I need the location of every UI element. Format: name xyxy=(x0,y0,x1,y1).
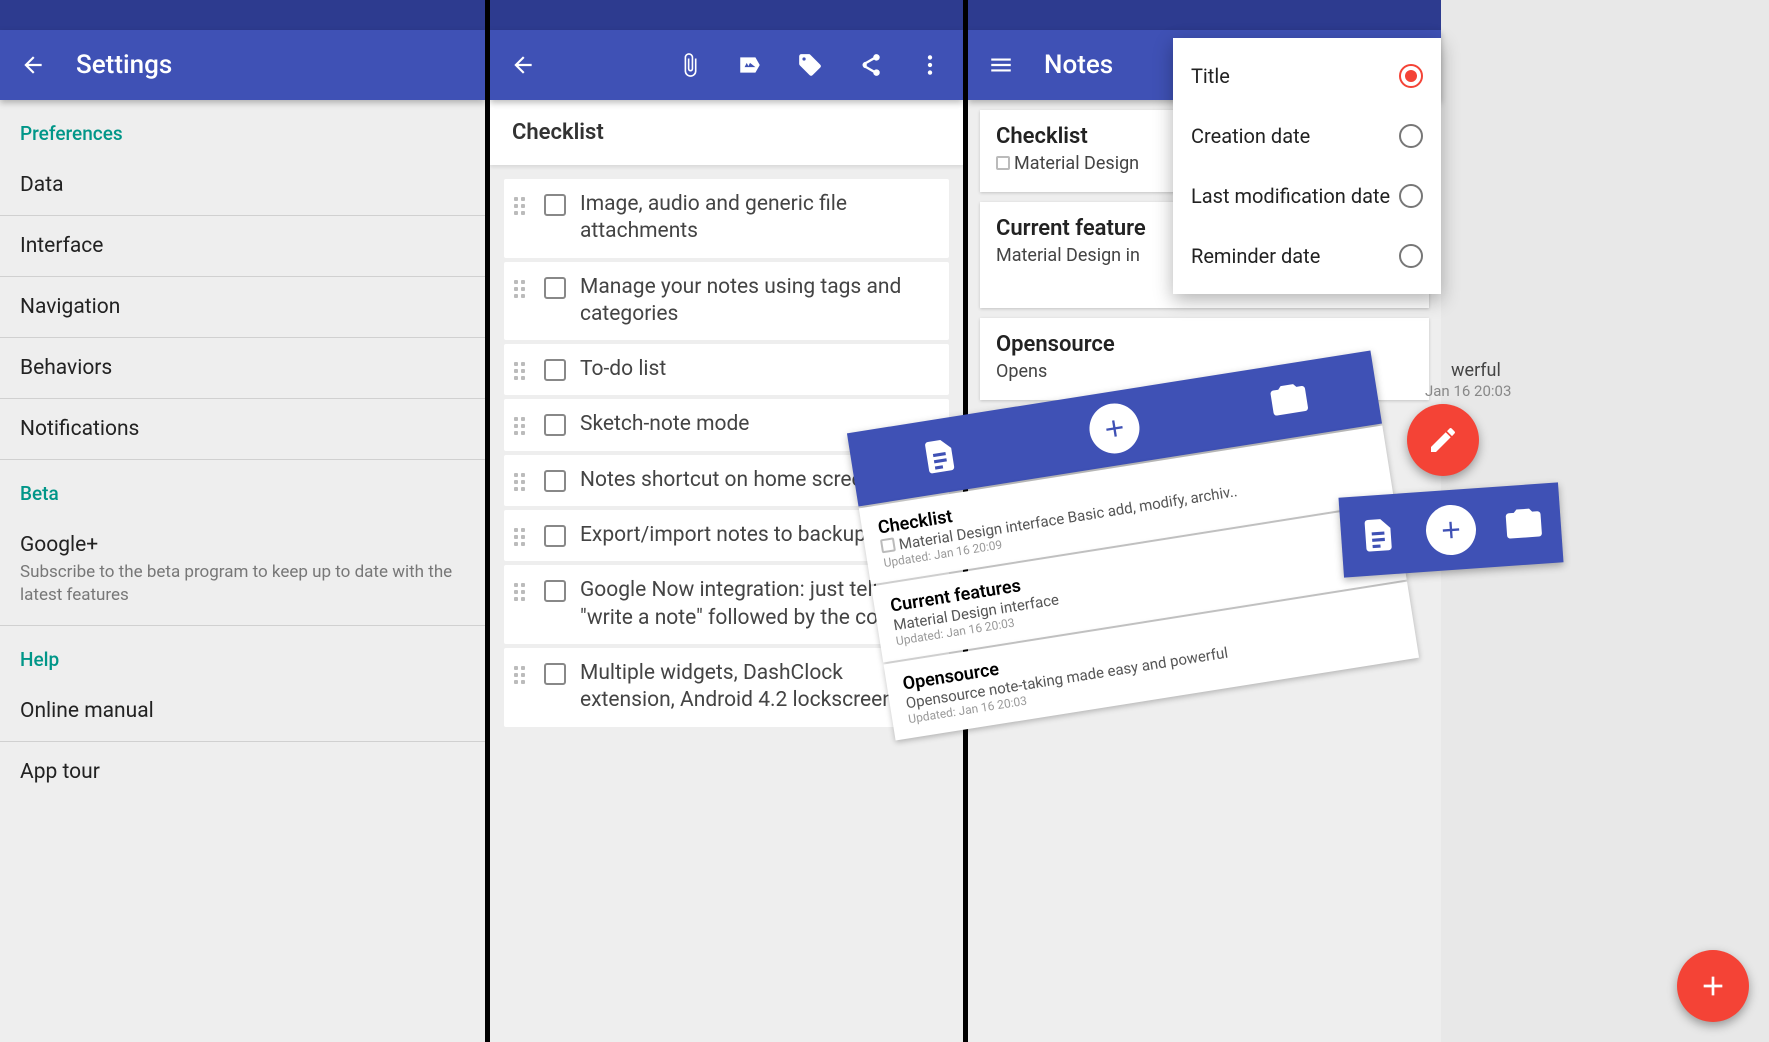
checklist-item-text[interactable]: Image, audio and generic file attachment… xyxy=(580,191,939,246)
page-title: Settings xyxy=(76,50,172,80)
setting-item-behaviors[interactable]: Behaviors xyxy=(0,338,485,399)
back-icon[interactable] xyxy=(20,52,46,78)
note-icon[interactable] xyxy=(1351,508,1404,561)
setting-item-online-manual[interactable]: Online manual xyxy=(0,681,485,742)
category-icon[interactable] xyxy=(737,52,763,78)
setting-description: Subscribe to the beta program to keep up… xyxy=(20,561,465,607)
checklist-item-text[interactable]: Export/import notes to backup xyxy=(580,522,874,549)
camera-icon[interactable] xyxy=(1497,498,1550,551)
setting-label: App tour xyxy=(20,760,465,784)
drag-handle-icon[interactable] xyxy=(514,197,530,215)
drag-handle-icon[interactable] xyxy=(514,528,530,546)
sort-option-label: Title xyxy=(1191,64,1230,88)
setting-label: Google+ xyxy=(20,533,465,557)
drag-handle-icon[interactable] xyxy=(514,666,530,684)
setting-label: Notifications xyxy=(20,417,465,441)
setting-label: Online manual xyxy=(20,699,465,723)
checklist-item[interactable]: Manage your notes using tags and categor… xyxy=(504,262,949,341)
radio-selected[interactable] xyxy=(1399,64,1423,88)
fab-edit[interactable] xyxy=(1407,404,1479,476)
partial-text: werful xyxy=(1451,360,1501,381)
section-header: Beta xyxy=(0,460,485,515)
checkbox[interactable] xyxy=(544,525,566,547)
fab-add[interactable] xyxy=(1677,950,1749,1022)
checkbox[interactable] xyxy=(544,580,566,602)
drag-handle-icon[interactable] xyxy=(514,473,530,491)
sort-option-modification[interactable]: Last modification date xyxy=(1173,166,1441,226)
add-icon[interactable] xyxy=(1424,503,1477,556)
checkbox[interactable] xyxy=(544,359,566,381)
checkbox[interactable] xyxy=(544,470,566,492)
setting-item-interface[interactable]: Interface xyxy=(0,216,485,277)
checklist-item-text[interactable]: Notes shortcut on home screen xyxy=(580,467,882,494)
extra-panel: werful Jan 16 20:03 xyxy=(1441,0,1769,1042)
checkbox[interactable] xyxy=(544,663,566,685)
checklist-item-text[interactable]: To-do list xyxy=(580,356,674,383)
sort-option-label: Creation date xyxy=(1191,124,1310,148)
drag-handle-icon[interactable] xyxy=(514,583,530,601)
phone-settings: Settings Preferences Data Interface Navi… xyxy=(0,0,485,1042)
checklist-item[interactable]: To-do list xyxy=(504,344,949,395)
statusbar xyxy=(490,0,963,30)
checklist-item-text[interactable]: Sketch-note mode xyxy=(580,411,757,438)
appbar-editor xyxy=(490,30,963,100)
appbar-settings: Settings xyxy=(0,30,485,100)
setting-label: Interface xyxy=(20,234,465,258)
checklist-item[interactable]: Image, audio and generic file attachment… xyxy=(504,179,949,258)
radio[interactable] xyxy=(1399,244,1423,268)
sort-option-label: Last modification date xyxy=(1191,184,1390,208)
radio[interactable] xyxy=(1399,184,1423,208)
checkbox[interactable] xyxy=(544,414,566,436)
setting-item-navigation[interactable]: Navigation xyxy=(0,277,485,338)
add-icon[interactable] xyxy=(1086,400,1143,457)
checklist-item-text[interactable]: Manage your notes using tags and categor… xyxy=(580,274,939,329)
setting-item-data[interactable]: Data xyxy=(0,155,485,216)
section-header: Preferences xyxy=(0,100,485,155)
sort-option-reminder[interactable]: Reminder date xyxy=(1173,226,1441,286)
note-title-input[interactable]: Checklist xyxy=(490,100,963,165)
radio[interactable] xyxy=(1399,124,1423,148)
checkbox[interactable] xyxy=(544,194,566,216)
partial-updated: Jan 16 20:03 xyxy=(1425,382,1511,400)
page-title: Notes xyxy=(1044,50,1113,80)
hamburger-icon[interactable] xyxy=(988,52,1014,78)
settings-list: Preferences Data Interface Navigation Be… xyxy=(0,100,485,802)
drag-handle-icon[interactable] xyxy=(514,280,530,298)
setting-label: Behaviors xyxy=(20,356,465,380)
checkbox-icon xyxy=(996,156,1010,170)
tag-icon[interactable] xyxy=(797,52,823,78)
sort-popup: Title Creation date Last modification da… xyxy=(1173,38,1441,294)
share-icon[interactable] xyxy=(857,52,883,78)
setting-item-googleplus[interactable]: Google+ Subscribe to the beta program to… xyxy=(0,515,485,626)
statusbar xyxy=(0,0,485,30)
attachment-icon[interactable] xyxy=(677,52,703,78)
section-header: Help xyxy=(0,626,485,681)
quickbar xyxy=(1338,482,1563,577)
back-icon[interactable] xyxy=(510,52,536,78)
drag-handle-icon[interactable] xyxy=(514,417,530,435)
checkbox[interactable] xyxy=(544,277,566,299)
sort-option-title[interactable]: Title xyxy=(1173,46,1441,106)
note-icon[interactable] xyxy=(911,427,968,484)
setting-item-notifications[interactable]: Notifications xyxy=(0,399,485,460)
widget-preview-small xyxy=(1338,482,1563,577)
statusbar xyxy=(968,0,1441,30)
setting-item-app-tour[interactable]: App tour xyxy=(0,742,485,802)
sort-option-creation[interactable]: Creation date xyxy=(1173,106,1441,166)
sort-option-label: Reminder date xyxy=(1191,244,1320,268)
drag-handle-icon[interactable] xyxy=(514,362,530,380)
camera-icon[interactable] xyxy=(1260,372,1317,429)
setting-label: Data xyxy=(20,173,465,197)
overflow-icon[interactable] xyxy=(917,52,943,78)
setting-label: Navigation xyxy=(20,295,465,319)
